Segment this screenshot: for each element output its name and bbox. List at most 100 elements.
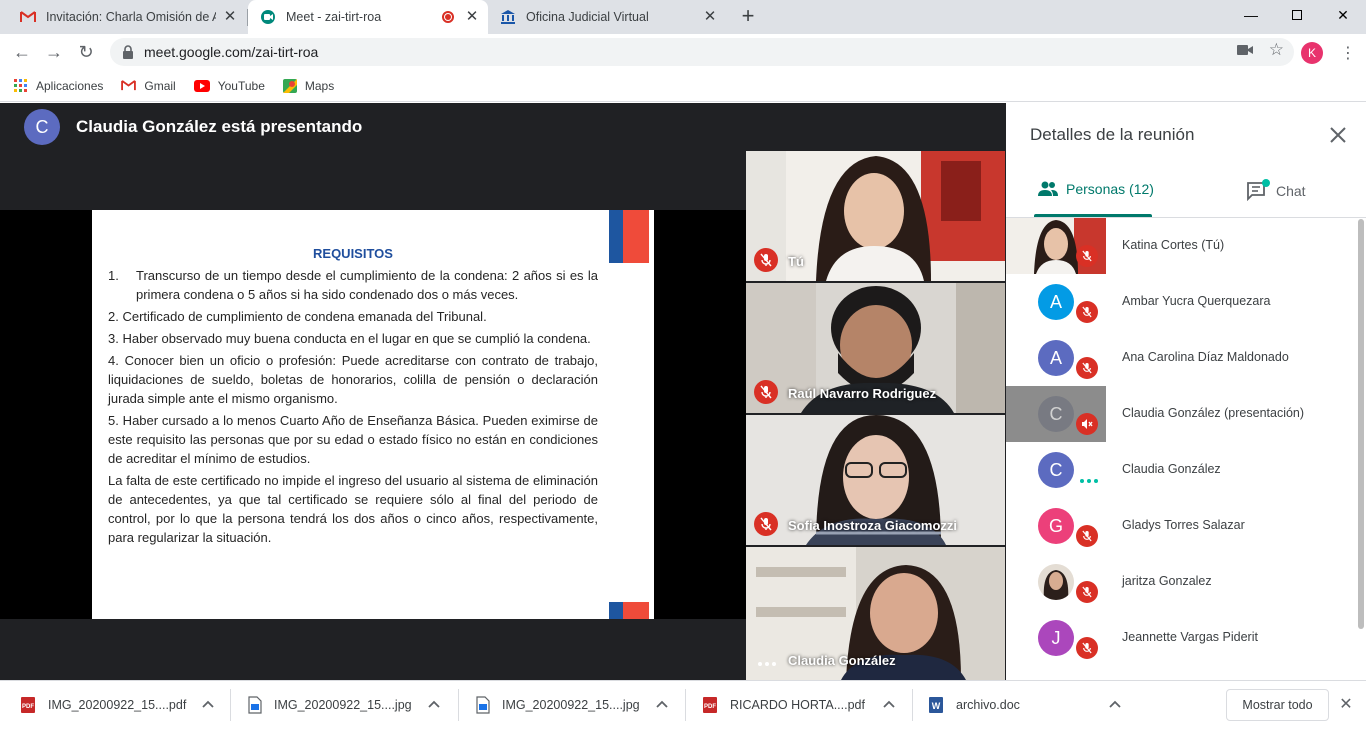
list-item[interactable]: jaritza Gonzalez xyxy=(1006,554,1356,610)
presentation-area: REQUISITOS 1. Transcurso de un tiempo de… xyxy=(0,210,746,619)
bank-icon xyxy=(500,9,516,25)
chevron-up-icon[interactable] xyxy=(882,697,896,711)
close-icon[interactable]: ✕ xyxy=(702,9,718,25)
participant-name: Katina Cortes (Tú) xyxy=(1122,238,1225,252)
chevron-up-icon[interactable] xyxy=(427,697,441,711)
slide-paragraph: 4. Conocer bien un oficio o profesión: P… xyxy=(108,353,598,406)
bookmark-youtube[interactable]: YouTube xyxy=(193,79,265,93)
downloads-bar: PDF IMG_20200922_15....pdf IMG_20200922_… xyxy=(0,680,1366,728)
chevron-up-icon[interactable] xyxy=(1108,697,1122,711)
tab-oficina-judicial[interactable]: Oficina Judicial Virtual ✕ xyxy=(488,0,726,34)
participant-name: Ambar Yucra Querquezara xyxy=(1122,294,1271,308)
avatar: J xyxy=(1038,620,1074,656)
gmail-icon xyxy=(20,11,36,23)
list-item[interactable]: Katina Cortes (Tú) xyxy=(1006,218,1356,274)
slide-text: Transcurso de un tiempo desde el cumplim… xyxy=(136,268,598,302)
list-item[interactable]: A Ana Carolina Díaz Maldonado xyxy=(1006,330,1356,386)
reload-icon[interactable]: ↻ xyxy=(74,40,98,64)
participant-name: Claudia González (presentación) xyxy=(1122,406,1305,420)
tab-chat[interactable]: Chat xyxy=(1246,179,1306,201)
new-tab-button[interactable]: + xyxy=(737,5,759,27)
participant-name: Claudia González xyxy=(1122,462,1221,476)
mic-off-icon xyxy=(754,512,778,536)
svg-text:W: W xyxy=(932,701,941,711)
slide-content: REQUISITOS 1. Transcurso de un tiempo de… xyxy=(108,244,598,550)
bookmark-gmail[interactable]: Gmail xyxy=(121,79,176,93)
video-tile[interactable]: Sofia Inostroza Giacomozzi xyxy=(746,415,1005,545)
slide-title: REQUISITOS xyxy=(313,246,393,261)
list-item[interactable]: C Claudia González xyxy=(1006,442,1356,498)
svg-text:PDF: PDF xyxy=(704,704,716,710)
lock-icon xyxy=(122,45,134,59)
download-name: IMG_20200922_15....pdf xyxy=(48,698,187,712)
video-tile[interactable]: Tú xyxy=(746,151,1005,281)
apps-grid-icon xyxy=(14,78,28,93)
list-item[interactable]: J Jeannette Vargas Piderit xyxy=(1006,610,1356,666)
download-item[interactable]: W archivo.doc xyxy=(928,681,1138,729)
close-window-icon[interactable]: ✕ xyxy=(1320,0,1366,30)
participant-name: jaritza Gonzalez xyxy=(1122,574,1212,588)
bookmark-label: Maps xyxy=(304,78,335,93)
participant-video xyxy=(746,151,1005,281)
chevron-up-icon[interactable] xyxy=(655,697,669,711)
slide-paragraph: 3. Haber observado muy buena conducta en… xyxy=(108,331,591,346)
tab-label: Chat xyxy=(1276,183,1306,199)
participants-list: Katina Cortes (Tú) A Ambar Yucra Querque… xyxy=(1006,218,1356,680)
maximize-icon[interactable] xyxy=(1274,0,1320,30)
list-item[interactable]: A Ambar Yucra Querquezara xyxy=(1006,274,1356,330)
bookmark-label: Aplicaciones xyxy=(36,78,104,93)
speaking-indicator-icon xyxy=(1080,479,1098,483)
meet-icon xyxy=(260,9,276,25)
download-item[interactable]: IMG_20200922_15....jpg xyxy=(476,681,686,729)
list-item[interactable]: G Gladys Torres Salazar xyxy=(1006,498,1356,554)
close-icon[interactable]: ✕ xyxy=(1336,695,1356,715)
chevron-up-icon[interactable] xyxy=(201,697,215,711)
download-item[interactable]: IMG_20200922_15....jpg xyxy=(248,681,458,729)
avatar: G xyxy=(1038,508,1074,544)
participant-name: Claudia González xyxy=(788,653,896,668)
tab-meet[interactable]: Meet - zai-tirt-roa ✕ xyxy=(248,0,488,34)
forward-icon[interactable]: → xyxy=(42,40,66,64)
avatar: C xyxy=(1038,452,1074,488)
show-all-button[interactable]: Mostrar todo xyxy=(1226,689,1329,721)
scrollbar[interactable] xyxy=(1358,219,1364,629)
profile-avatar[interactable]: K xyxy=(1301,42,1323,64)
download-item[interactable]: PDF RICARDO HORTA....pdf xyxy=(702,681,912,729)
tab-title: Meet - zai-tirt-roa xyxy=(286,10,382,24)
avatar: A xyxy=(1038,340,1074,376)
star-icon[interactable]: ☆ xyxy=(1269,41,1284,58)
unread-dot xyxy=(1262,179,1270,187)
close-icon[interactable]: ✕ xyxy=(222,9,238,25)
bookmark-maps[interactable]: Maps xyxy=(282,78,335,93)
menu-icon[interactable]: ⋮ xyxy=(1338,43,1358,63)
tab-strip: Invitación: Charla Omisión de Ant ✕ Meet… xyxy=(0,0,1366,34)
list-item[interactable]: C Claudia González (presentación) xyxy=(1006,386,1356,442)
divider xyxy=(458,689,459,721)
bookmarks-bar: Aplicaciones Gmail YouTube Maps xyxy=(0,70,1366,102)
tab-gmail[interactable]: Invitación: Charla Omisión de Ant ✕ xyxy=(8,0,246,34)
panel-title: Detalles de la reunión xyxy=(1030,125,1195,144)
slide-list-item: 1. Transcurso de un tiempo desde el cump… xyxy=(108,266,598,304)
address-bar[interactable]: meet.google.com/zai-tirt-roa ☆ xyxy=(110,38,1294,66)
camera-icon[interactable] xyxy=(1236,44,1253,56)
close-icon[interactable] xyxy=(1326,123,1350,147)
video-tile[interactable]: Claudia González xyxy=(746,547,1005,680)
mic-off-icon xyxy=(754,380,778,404)
download-name: IMG_20200922_15....jpg xyxy=(274,698,412,712)
video-tile[interactable]: Raúl Navarro Rodriguez xyxy=(746,283,1005,413)
avatar: C xyxy=(24,109,60,145)
slide-paragraph: 2. Certificado de cumplimiento de conden… xyxy=(108,309,487,324)
pdf-icon: PDF xyxy=(20,696,36,714)
browser-toolbar: ← → ↻ meet.google.com/zai-tirt-roa ☆ K ⋮ xyxy=(0,34,1366,70)
close-icon[interactable]: ✕ xyxy=(464,9,480,25)
download-item[interactable]: PDF IMG_20200922_15....pdf xyxy=(20,681,230,729)
participant-name: Gladys Torres Salazar xyxy=(1122,518,1245,532)
slide-paragraph: La falta de este certificado no impide e… xyxy=(108,473,598,545)
minimize-icon[interactable]: — xyxy=(1228,0,1274,30)
back-icon[interactable]: ← xyxy=(10,40,34,64)
tab-people[interactable]: Personas (12) xyxy=(1038,181,1154,197)
bookmark-apps[interactable]: Aplicaciones xyxy=(14,78,104,93)
slide-paragraph: 5. Haber cursado a lo menos Cuarto Año d… xyxy=(108,413,598,466)
youtube-icon xyxy=(193,79,210,92)
flag-decoration xyxy=(609,602,649,619)
